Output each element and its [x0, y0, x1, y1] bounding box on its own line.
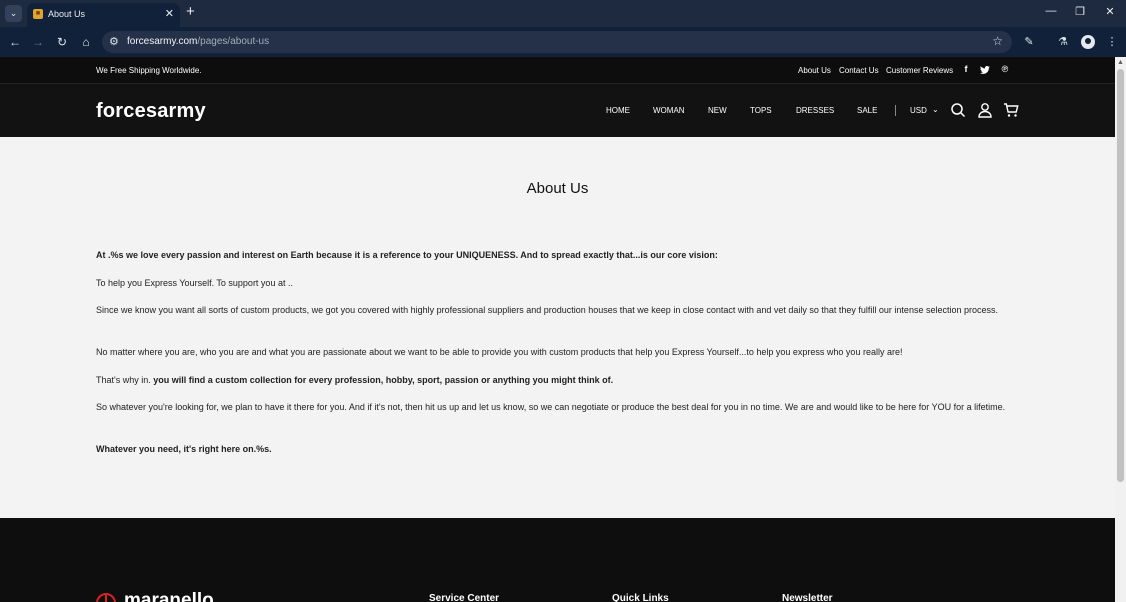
tab-title: About Us: [48, 9, 86, 19]
cart-icon[interactable]: [1003, 102, 1019, 118]
chevron-down-icon[interactable]: ⌄: [5, 5, 22, 22]
site-footer: maranello Service Center Quick Links New…: [0, 518, 1115, 602]
about-paragraph-vision: At .%s we love every passion and interes…: [96, 248, 1006, 262]
browser-tab[interactable]: ■ About Us ✕: [27, 3, 180, 27]
top-link-about-us[interactable]: About Us: [798, 66, 831, 75]
page-title: About Us: [526, 180, 589, 197]
collection-intro: That's why in.: [96, 375, 154, 385]
page-scrollbar[interactable]: ▲: [1115, 57, 1126, 602]
nav-dresses[interactable]: DRESSES: [796, 106, 834, 115]
flask-icon[interactable]: ⚗: [1055, 35, 1071, 48]
footer-logo[interactable]: maranello: [124, 590, 214, 602]
close-icon[interactable]: ✕: [1102, 5, 1118, 18]
about-paragraph-closing: Whatever you need, it's right here on.%s…: [96, 442, 1006, 456]
collection-highlight: you will find a custom collection for ev…: [153, 375, 614, 385]
home-icon[interactable]: ⌂: [79, 35, 93, 49]
store-favicon-icon: ■: [33, 9, 43, 19]
closing-text: Whatever you need, it's right here on.%s…: [96, 444, 272, 454]
forward-arrow-icon[interactable]: →: [31, 35, 45, 49]
nav-home[interactable]: HOME: [606, 106, 630, 115]
shipping-notice: We Free Shipping Worldwide.: [96, 66, 202, 75]
minimize-icon[interactable]: —: [1043, 5, 1059, 17]
chevron-down-icon[interactable]: ⌄: [932, 105, 939, 114]
nav-divider: [895, 105, 896, 116]
top-link-contact-us[interactable]: Contact Us: [839, 66, 879, 75]
site-settings-icon[interactable]: ⚙: [109, 35, 119, 48]
star-icon[interactable]: ☆: [992, 34, 1003, 48]
account-icon[interactable]: [977, 102, 993, 118]
twitter-icon[interactable]: [980, 66, 990, 75]
profile-icon[interactable]: [1081, 35, 1095, 49]
browser-tab-bar: ⌄ ■ About Us ✕ + — ❐ ✕: [0, 0, 1126, 27]
back-arrow-icon[interactable]: ←: [8, 35, 22, 49]
nav-new[interactable]: NEW: [708, 106, 727, 115]
about-paragraph-suppliers: Since we know you want all sorts of cust…: [96, 305, 998, 315]
kebab-menu-icon[interactable]: ⋮: [1104, 35, 1120, 48]
page-content: About Us At .%s we love every passion an…: [0, 137, 1115, 518]
about-paragraph-collection: That's why in. you will find a custom co…: [96, 373, 1006, 387]
url-text[interactable]: forcesarmy.com/pages/about-us: [127, 36, 269, 47]
site-top-bar: We Free Shipping Worldwide. About Us Con…: [0, 57, 1115, 84]
scrollbar-thumb[interactable]: [1117, 69, 1124, 482]
top-link-customer-reviews[interactable]: Customer Reviews: [886, 66, 953, 75]
address-bar[interactable]: ⚙ forcesarmy.com/pages/about-us ☆: [102, 31, 1012, 53]
footer-heading-service-center: Service Center: [429, 593, 500, 602]
site-header: forcesarmy HOME WOMAN NEW TOPS DRESSES S…: [0, 84, 1115, 137]
footer-logo-mark-icon: [96, 593, 116, 602]
about-paragraph-lifetime: So whatever you're looking for, we plan …: [96, 402, 1006, 412]
browser-toolbar: ← → ↻ ⌂ ⚙ forcesarmy.com/pages/about-us …: [0, 27, 1126, 57]
pinterest-icon[interactable]: ℗: [1000, 64, 1010, 74]
restore-icon[interactable]: ❐: [1072, 5, 1088, 18]
search-icon[interactable]: [950, 102, 966, 118]
facebook-icon[interactable]: f: [961, 64, 971, 74]
vision-text: At .%s we love every passion and interes…: [96, 250, 718, 260]
currency-selector[interactable]: USD: [910, 106, 927, 115]
puzzle-icon[interactable]: ✎: [1021, 35, 1037, 48]
close-icon[interactable]: ✕: [165, 7, 174, 20]
url-domain: forcesarmy.com: [127, 36, 198, 47]
url-path: /pages/about-us: [197, 36, 270, 47]
plus-icon[interactable]: +: [186, 4, 195, 19]
nav-woman[interactable]: WOMAN: [653, 106, 685, 115]
footer-heading-newsletter: Newsletter: [782, 593, 833, 602]
footer-heading-quick-links: Quick Links: [612, 593, 669, 602]
about-paragraph-support: To help you Express Yourself. To support…: [96, 278, 293, 288]
nav-tops[interactable]: TOPS: [750, 106, 772, 115]
scroll-up-icon[interactable]: ▲: [1117, 59, 1124, 66]
reload-icon[interactable]: ↻: [55, 35, 69, 49]
about-paragraph-express: No matter where you are, who you are and…: [96, 347, 903, 357]
nav-sale[interactable]: SALE: [857, 106, 877, 115]
site-logo[interactable]: forcesarmy: [96, 100, 206, 123]
